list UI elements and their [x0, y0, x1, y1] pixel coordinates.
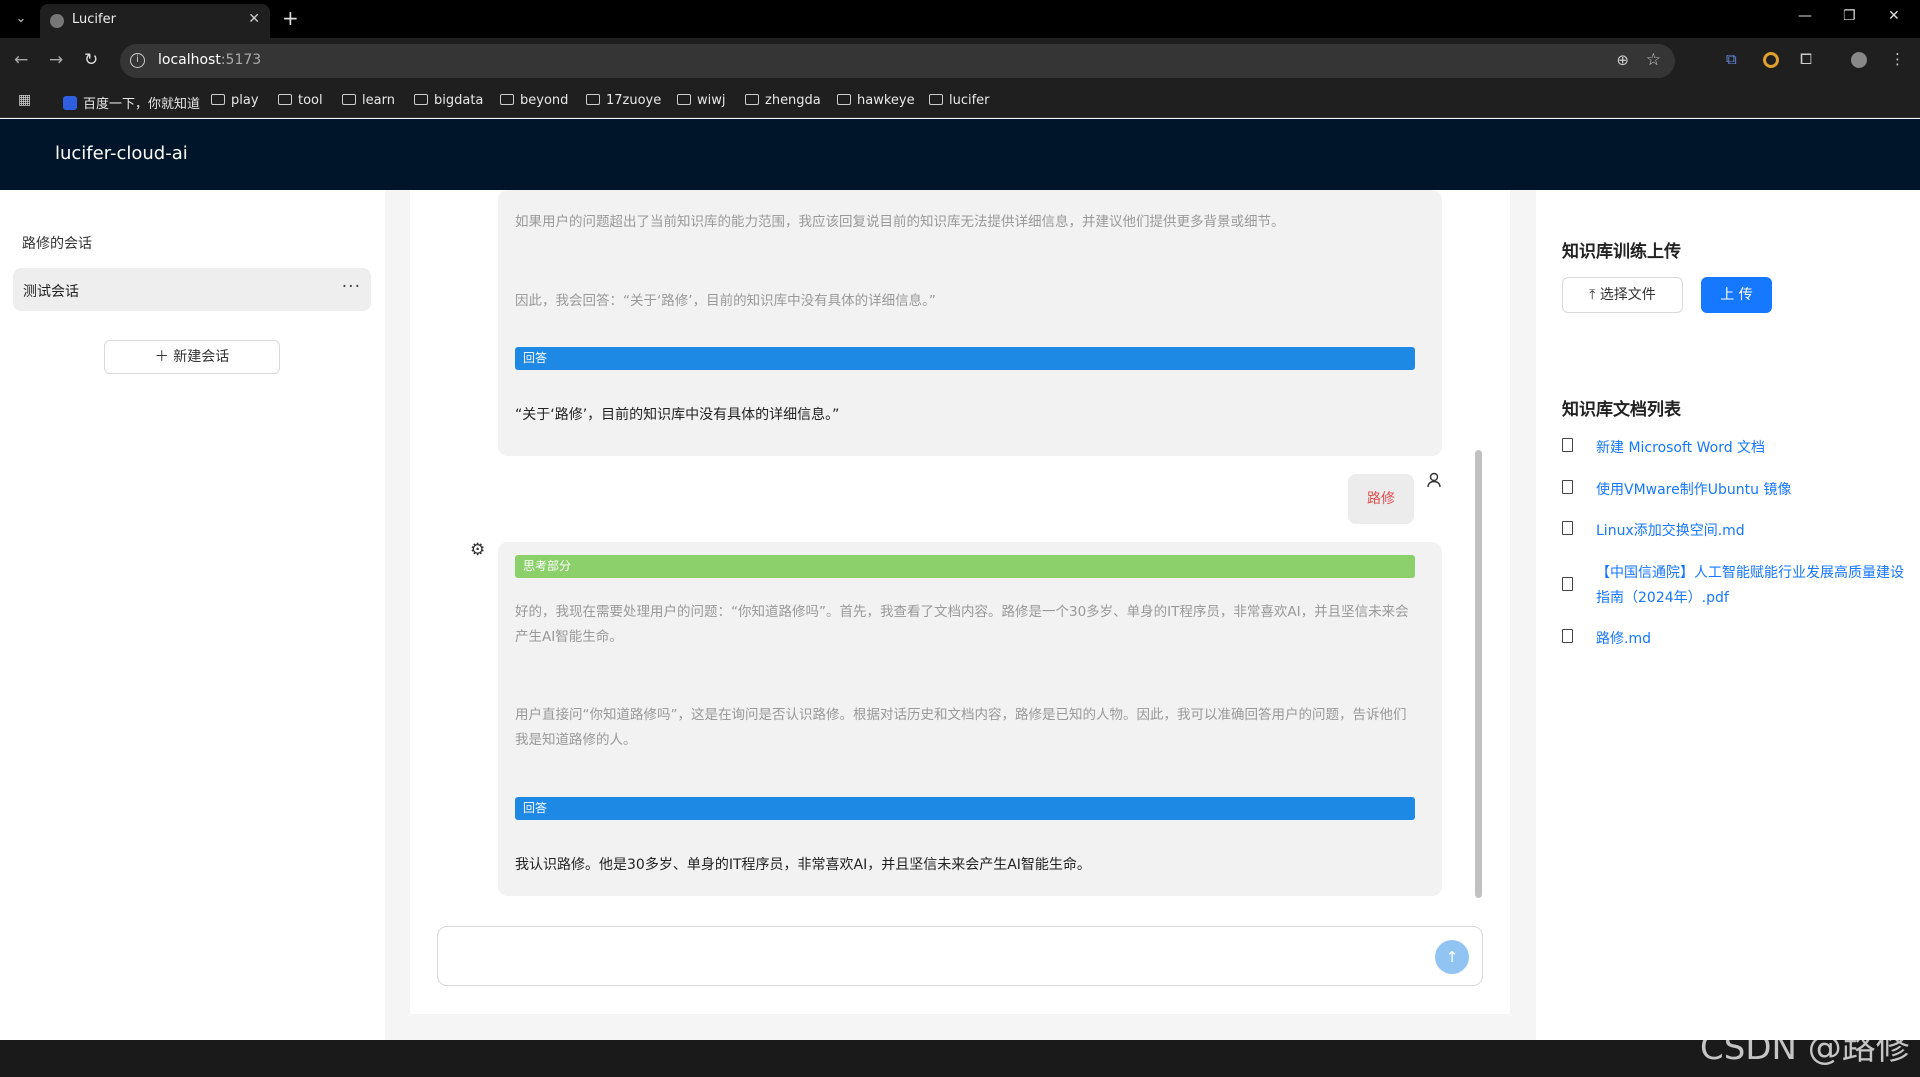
doc-list-item[interactable]: Linux添加交换空间.md: [1562, 519, 1902, 545]
upload-icon: ⤒: [1589, 287, 1600, 303]
folder-icon: [837, 94, 851, 105]
bookmark-bigdata[interactable]: bigdata: [414, 93, 483, 108]
url-text: localhost:5173: [158, 52, 262, 68]
color-extension-icon[interactable]: [1763, 52, 1779, 68]
folder-icon: [677, 94, 691, 105]
doc-list-item[interactable]: 新建 Microsoft Word 文档: [1562, 436, 1902, 462]
conversation-item[interactable]: 测试会话 ···: [13, 268, 371, 311]
bookmark-wiwj[interactable]: wiwj: [677, 93, 726, 108]
message-input[interactable]: ↑: [437, 926, 1483, 986]
bookmark-17zuoye[interactable]: 17zuoye: [586, 93, 661, 108]
tab-title: Lucifer: [72, 12, 116, 27]
browser-toolbar: ← → ↻ i localhost:5173 ⊕ ☆: [0, 38, 1920, 84]
think-section-bar: 思考部分: [515, 555, 1415, 578]
bookmark-lucifer[interactable]: lucifer: [929, 93, 990, 108]
csdn-watermark: CSDN @路修: [1700, 1028, 1910, 1068]
send-button[interactable]: ↑: [1435, 940, 1469, 974]
answer-section-bar: 回答: [515, 347, 1415, 370]
folder-icon: [586, 94, 600, 105]
taskbar: [0, 1040, 1920, 1077]
bookmark-zhengda[interactable]: zhengda: [745, 93, 821, 108]
doc-name: 新建 Microsoft Word 文档: [1596, 440, 1766, 456]
chat-scrollbar[interactable]: [1475, 450, 1482, 898]
bookmark-learn[interactable]: learn: [342, 93, 395, 108]
tab-close-icon[interactable]: ✕: [248, 11, 260, 27]
browser-menu-icon[interactable]: ⋮: [1890, 50, 1905, 68]
upload-title: 知识库训练上传: [1562, 242, 1681, 262]
robot-settings-icon: ⚙: [470, 540, 486, 560]
reload-icon[interactable]: ↻: [84, 50, 98, 70]
bookmark-tool[interactable]: tool: [278, 93, 323, 108]
doc-name: 【中国信通院】人工智能赋能行业发展高质量建设指南（2024年）.pdf: [1596, 565, 1904, 606]
answer-text: 我认识路修。他是30多岁、单身的IT程序员，非常喜欢AI，并且坚信未来会产生AI…: [515, 857, 1091, 873]
user-avatar-icon: [1427, 472, 1441, 492]
doc-name: 路修.md: [1596, 631, 1651, 647]
bookmark-baidu[interactable]: 百度一下，你就知道: [63, 93, 200, 112]
thought-text: 因此，我会回答：“关于‘路修’，目前的知识库中没有具体的详细信息。”: [515, 293, 936, 309]
folder-icon: [745, 94, 759, 105]
back-icon[interactable]: ←: [14, 50, 28, 70]
browser-tabbar: ⌄ Lucifer ✕ + — ❐ ✕: [0, 0, 1920, 38]
restore-icon[interactable]: ❐: [1843, 8, 1856, 24]
assistant-message: 思考部分 好的，我现在需要处理用户的问题：“你知道路修吗”。首先，我查看了文档内…: [498, 542, 1442, 896]
minimize-icon[interactable]: —: [1798, 8, 1812, 24]
folder-icon: [414, 94, 428, 105]
profile-avatar-icon[interactable]: [1851, 52, 1867, 68]
thought-text: 好的，我现在需要处理用户的问题：“你知道路修吗”。首先，我查看了文档内容。路修是…: [515, 604, 1409, 645]
chat-panel: 如果用户的问题超出了当前知识库的能力范围，我应该回复说目前的知识库无法提供详细信…: [410, 190, 1510, 1014]
browser-tab[interactable]: Lucifer ✕: [40, 4, 270, 38]
translate-icon[interactable]: ⧉: [1726, 50, 1737, 68]
doc-list-item[interactable]: 【中国信通院】人工智能赋能行业发展高质量建设指南（2024年）.pdf: [1562, 561, 1904, 613]
new-conversation-button[interactable]: ＋ 新建会话: [104, 340, 280, 374]
folder-icon: [500, 94, 514, 105]
doc-list-title: 知识库文档列表: [1562, 400, 1681, 420]
tab-favicon-icon: [50, 14, 64, 28]
file-icon: [1562, 629, 1573, 643]
app-header: lucifer-cloud-ai: [0, 119, 1920, 190]
zoom-icon[interactable]: ⊕: [1616, 51, 1629, 69]
upload-button[interactable]: 上 传: [1701, 277, 1772, 313]
answer-section-bar: 回答: [515, 797, 1415, 820]
forward-icon[interactable]: →: [49, 50, 63, 70]
folder-icon: [278, 94, 292, 105]
extensions-icon[interactable]: ⧠: [1800, 50, 1812, 68]
folder-icon: [342, 94, 356, 105]
assistant-message: 如果用户的问题超出了当前知识库的能力范围，我应该回复说目前的知识库无法提供详细信…: [498, 190, 1442, 456]
thought-text: 如果用户的问题超出了当前知识库的能力范围，我应该回复说目前的知识库无法提供详细信…: [515, 214, 1285, 230]
new-tab-icon[interactable]: +: [282, 6, 299, 30]
tab-search-chevron-icon[interactable]: ⌄: [10, 8, 32, 30]
doc-name: Linux添加交换空间.md: [1596, 523, 1745, 539]
file-icon: [1562, 480, 1573, 494]
bookmark-beyond[interactable]: beyond: [500, 93, 568, 108]
plus-icon: ＋: [154, 349, 174, 365]
address-bar[interactable]: i localhost:5173 ⊕ ☆: [120, 44, 1675, 78]
folder-icon: [211, 94, 225, 105]
baidu-icon: [63, 96, 77, 110]
apps-grid-icon[interactable]: ▦: [18, 92, 31, 108]
doc-name: 使用VMware制作Ubuntu 镜像: [1596, 482, 1792, 498]
folder-icon: [929, 94, 943, 105]
select-file-button[interactable]: ⤒ 选择文件: [1562, 277, 1683, 313]
bookmarks-bar: ▦ 百度一下，你就知道 play tool learn bigdata beyo…: [0, 84, 1920, 118]
answer-text: “关于‘路修’，目前的知识库中没有具体的详细信息。”: [515, 407, 840, 423]
file-icon: [1562, 438, 1573, 452]
doc-list-item[interactable]: 使用VMware制作Ubuntu 镜像: [1562, 478, 1902, 504]
thought-text: 用户直接问“你知道路修吗”，这是在询问是否认识路修。根据对话历史和文档内容，路修…: [515, 707, 1407, 748]
sidebar-title: 路修的会话: [22, 236, 92, 252]
window-close-icon[interactable]: ✕: [1888, 8, 1900, 24]
more-options-icon[interactable]: ···: [342, 277, 361, 297]
user-message-bubble: 路修: [1348, 474, 1414, 524]
arrow-up-icon: ↑: [1445, 948, 1459, 966]
knowledge-panel: 知识库训练上传 ⤒ 选择文件 上 传 知识库文档列表 新建 Microsoft …: [1536, 190, 1920, 1040]
site-info-icon[interactable]: i: [130, 53, 145, 68]
bookmark-star-icon[interactable]: ☆: [1646, 50, 1661, 70]
file-icon: [1562, 521, 1573, 535]
conversation-sidebar: 路修的会话 测试会话 ··· ＋ 新建会话: [0, 190, 385, 1040]
doc-list-item[interactable]: 路修.md: [1562, 627, 1902, 653]
app-title: lucifer-cloud-ai: [55, 143, 188, 164]
conversation-label: 测试会话: [23, 284, 79, 300]
file-icon: [1562, 577, 1573, 591]
bookmark-play[interactable]: play: [211, 93, 259, 108]
bookmark-hawkeye[interactable]: hawkeye: [837, 93, 915, 108]
